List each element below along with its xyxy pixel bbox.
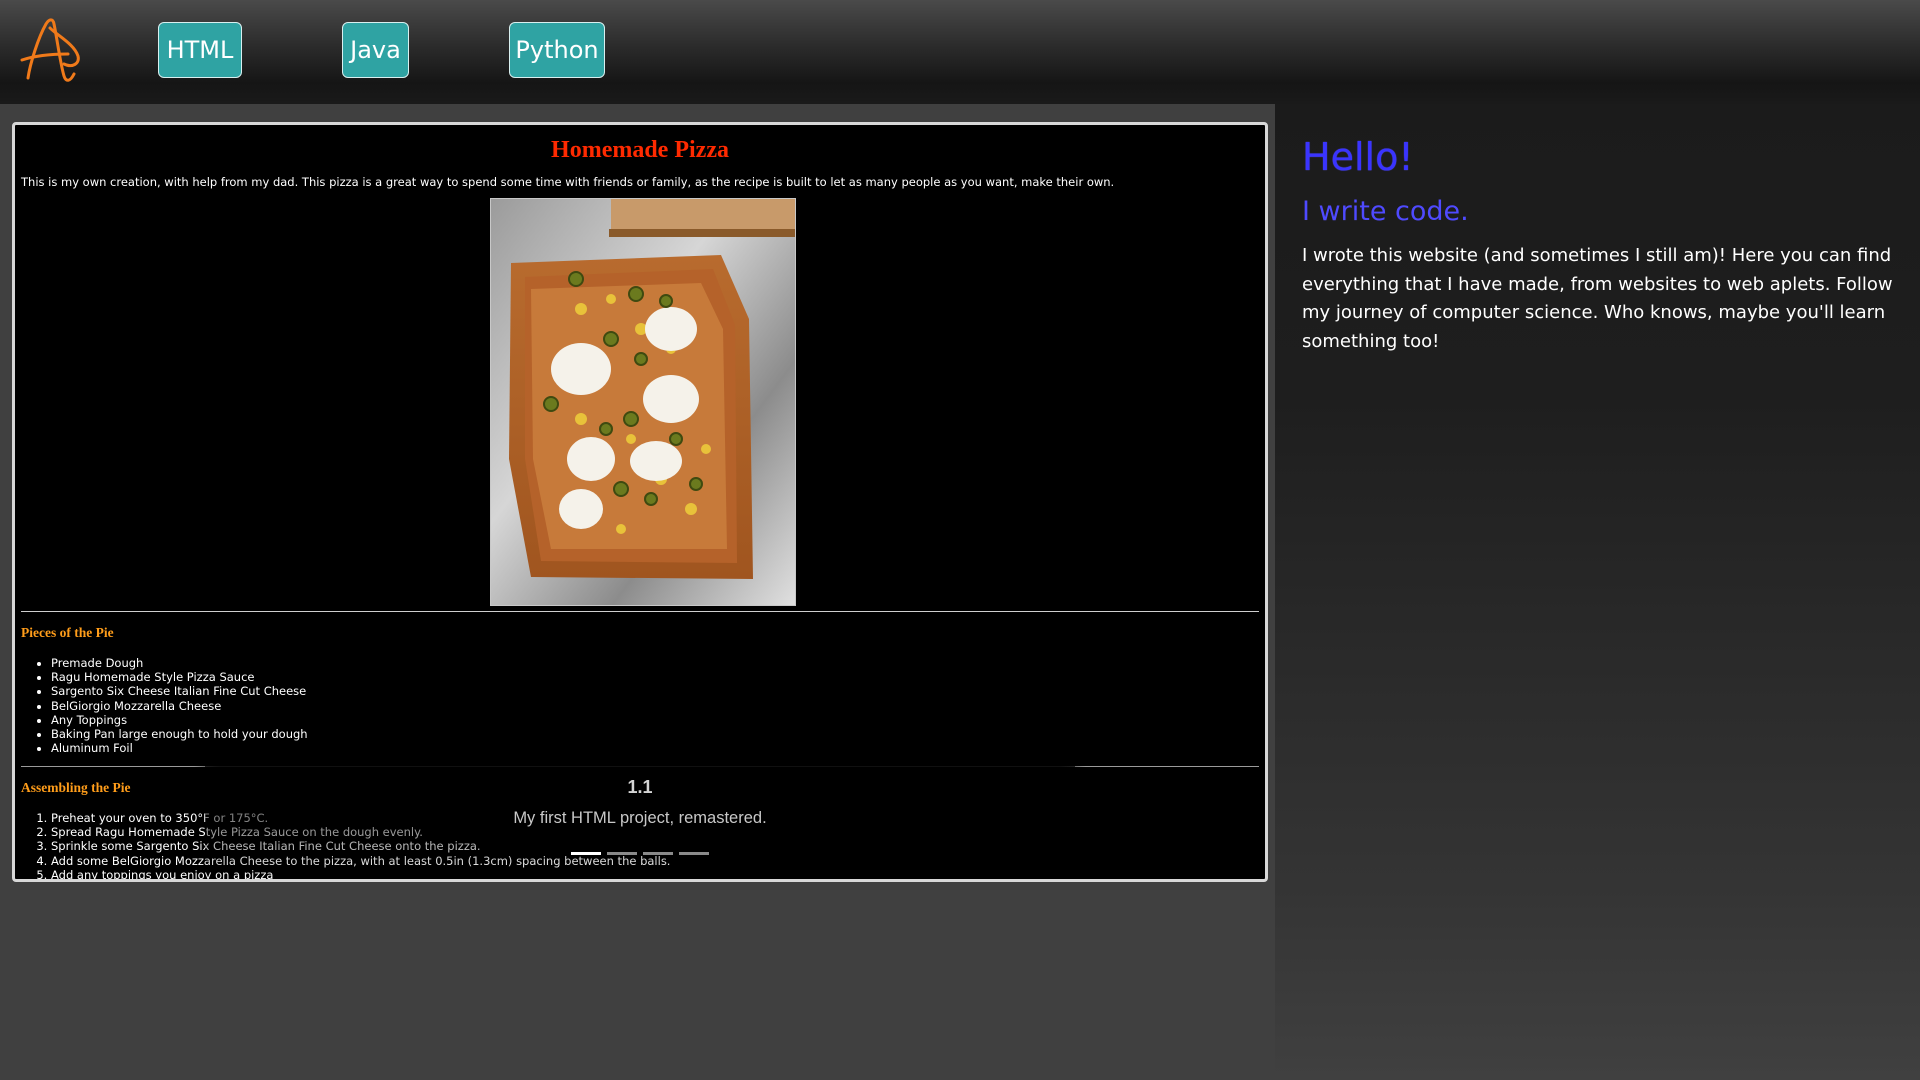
greeting-heading: Hello! [1302, 135, 1414, 179]
tagline-heading: I write code. [1302, 196, 1469, 227]
list-item: Aluminum Foil [51, 741, 308, 755]
ingredients-heading: Pieces of the Pie [21, 625, 114, 640]
list-item: BelGiorgio Mozzarella Cheese [51, 699, 308, 713]
slide-caption: 1.1 My first HTML project, remastered. [205, 766, 1075, 879]
pizza-photo-image [491, 199, 795, 605]
slide-document: Homemade Pizza This is my own creation, … [15, 125, 1265, 879]
bio-paragraph: I wrote this website (and sometimes I st… [1302, 245, 1893, 352]
nav-button-html[interactable]: HTML [158, 22, 242, 78]
caption-number: 1.1 [627, 777, 653, 797]
carousel-indicator-3[interactable] [643, 852, 673, 855]
carousel-indicator-4[interactable] [679, 852, 709, 855]
section-divider [21, 611, 1259, 612]
list-item: Baking Pan large enough to hold your dou… [51, 727, 308, 741]
nav-button-python[interactable]: Python [509, 22, 605, 78]
carousel-indicator-2[interactable] [607, 852, 637, 855]
steps-heading: Assembling the Pie [21, 780, 131, 795]
carousel-indicator-1[interactable] [571, 852, 601, 855]
slide-title: Homemade Pizza [551, 137, 729, 163]
carousel-indicators [15, 852, 1265, 855]
logo-icon[interactable] [20, 16, 84, 84]
list-item: Premade Dough [51, 656, 308, 670]
list-item: Any Toppings [51, 713, 308, 727]
nav-button-java[interactable]: Java [342, 22, 409, 78]
slide-intro-text: This is my own creation, with help from … [21, 175, 1115, 189]
caption-text: My first HTML project, remastered. [513, 809, 767, 827]
list-item: Sargento Six Cheese Italian Fine Cut Che… [51, 684, 308, 698]
ingredients-list: Premade Dough Ragu Homemade Style Pizza … [21, 656, 308, 755]
list-item: Ragu Homemade Style Pizza Sauce [51, 670, 308, 684]
top-navbar: HTML Java Python [0, 0, 1920, 104]
project-carousel: Homemade Pizza This is my own creation, … [12, 122, 1268, 882]
pizza-photo [490, 198, 796, 606]
